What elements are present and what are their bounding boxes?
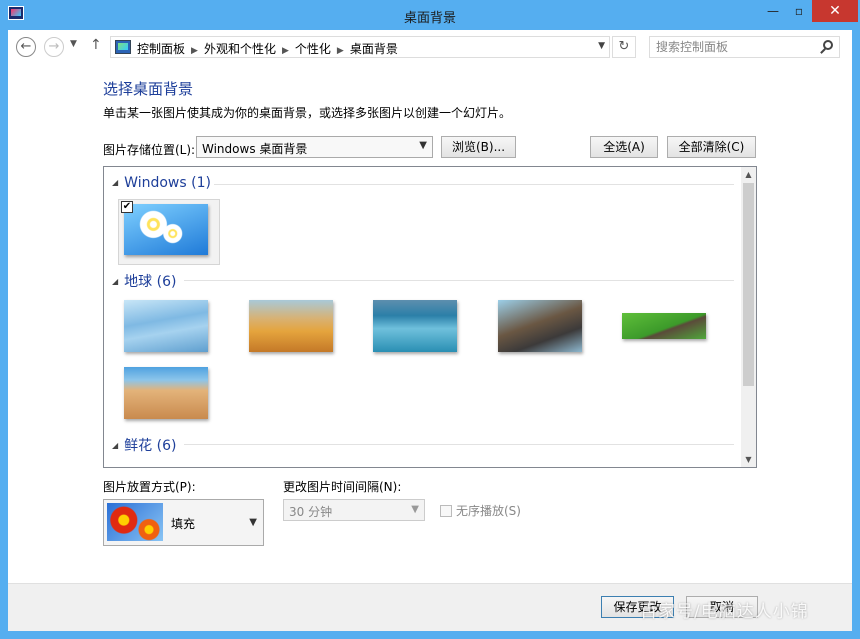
shuffle-checkbox[interactable]: 无序播放(S) [440, 502, 521, 519]
back-button[interactable]: ← [16, 37, 36, 57]
scroll-up-arrow-icon[interactable]: ▲ [741, 167, 756, 182]
select-all-button[interactable]: 全选(A) [590, 136, 658, 158]
chevron-right-icon[interactable]: ▶ [282, 46, 289, 56]
picture-location-label: 图片存储位置(L): [103, 143, 196, 157]
flower-preview-thumbnail [107, 503, 163, 541]
picture-position-value: 填充 [171, 517, 196, 531]
window: 桌面背景 — ▫ ✕ ← → ▼ ↑ 控制面板 ▶ 外观和个性化 ▶ 个性化 ▶ 桌面背景 … [0, 0, 860, 639]
wallpaper-thumbnail-windows[interactable] [124, 204, 208, 255]
picture-position-label: 图片放置方式(P): [103, 480, 196, 494]
interval-value: 30 分钟 [289, 505, 333, 519]
page-title: 选择桌面背景 [103, 80, 194, 98]
group-divider [184, 444, 734, 445]
group-header-windows[interactable]: ◢ Windows (1) [112, 175, 211, 191]
collapse-triangle-icon[interactable]: ◢ [112, 178, 118, 187]
chevron-right-icon[interactable]: ▶ [191, 46, 198, 56]
breadcrumb-personalization[interactable]: 个性化 [295, 42, 331, 56]
interval-label: 更改图片时间间隔(N): [283, 480, 402, 494]
close-button[interactable]: ✕ [812, 0, 858, 22]
scroll-thumb[interactable] [743, 183, 754, 386]
breadcrumb-control-panel[interactable]: 控制面板 [137, 42, 185, 56]
group-title: 地球 (6) [124, 274, 177, 290]
search-icon[interactable] [823, 40, 833, 50]
chevron-down-icon: ▼ [411, 504, 419, 515]
forward-button[interactable]: → [44, 37, 64, 57]
wallpaper-thumbnail-earth-6[interactable] [124, 367, 208, 419]
wallpaper-thumbnail-earth-4[interactable] [498, 300, 582, 352]
group-header-flowers[interactable]: ◢ 鲜花 (6) [112, 435, 176, 455]
minimize-button[interactable]: — [760, 0, 786, 22]
window-title: 桌面背景 [403, 11, 456, 26]
wallpaper-gallery: ◢ Windows (1) ✔ ◢ 地球 (6) ◢ 鲜花 (6) ▲ ▼ [103, 166, 757, 468]
picture-position-select[interactable]: 填充 ▼ [103, 499, 264, 546]
client-area: ← → ▼ ↑ 控制面板▶外观和个性化▶个性化▶桌面背景 ▼ ↻ 选择桌面背景 … [8, 30, 852, 631]
group-title: 鲜花 (6) [124, 438, 177, 454]
group-divider [214, 184, 734, 185]
browse-button[interactable]: 浏览(B)... [441, 136, 516, 158]
page-description: 单击某一张图片使其成为你的桌面背景，或选择多张图片以创建一个幻灯片。 [103, 106, 512, 120]
up-arrow-icon[interactable]: ↑ [90, 37, 102, 53]
group-header-earth[interactable]: ◢ 地球 (6) [112, 271, 176, 291]
collapse-triangle-icon[interactable]: ◢ [112, 441, 118, 450]
collapse-triangle-icon[interactable]: ◢ [112, 277, 118, 286]
group-title: Windows (1) [124, 175, 211, 191]
wallpaper-thumbnail-earth-2[interactable] [249, 300, 333, 352]
search-input[interactable] [650, 37, 810, 57]
chevron-right-icon[interactable]: ▶ [337, 46, 344, 56]
refresh-button[interactable]: ↻ [612, 36, 636, 58]
address-toolbar: ← → ▼ ↑ 控制面板 ▶ 外观和个性化 ▶ 个性化 ▶ 桌面背景 ▼ ↻ [8, 30, 852, 64]
thumbnail-checkbox[interactable]: ✔ [121, 201, 133, 213]
breadcrumb-desktop-background[interactable]: 桌面背景 [350, 42, 398, 56]
breadcrumb-appearance[interactable]: 外观和个性化 [204, 42, 276, 56]
address-dropdown-chevron-icon[interactable]: ▼ [598, 41, 605, 51]
wallpaper-thumbnail-earth-1[interactable] [124, 300, 208, 352]
maximize-button[interactable]: ▫ [786, 0, 812, 22]
search-box[interactable] [649, 36, 840, 58]
breadcrumb: 控制面板 ▶ 外观和个性化 ▶ 个性化 ▶ 桌面背景 [137, 40, 398, 57]
control-panel-icon [115, 40, 131, 54]
checkbox-box[interactable] [440, 505, 452, 517]
wallpaper-thumbnail-earth-5[interactable] [622, 313, 706, 339]
chevron-down-icon: ▼ [419, 140, 427, 151]
title-bar: 桌面背景 — ▫ ✕ [0, 0, 860, 30]
gallery-scrollbar[interactable]: ▲ ▼ [741, 167, 756, 467]
wallpaper-thumbnail-earth-3[interactable] [373, 300, 457, 352]
picture-location-select[interactable]: Windows 桌面背景 ▼ [196, 136, 433, 158]
watermark-text: 百家号/电脑达人小锦 [640, 602, 809, 622]
address-field[interactable]: 控制面板 ▶ 外观和个性化 ▶ 个性化 ▶ 桌面背景 ▼ [110, 36, 610, 58]
picture-location-value: Windows 桌面背景 [202, 142, 308, 156]
chevron-down-icon: ▼ [249, 517, 257, 528]
scroll-down-arrow-icon[interactable]: ▼ [741, 452, 756, 467]
shuffle-label: 无序播放(S) [456, 504, 521, 518]
recent-locations-chevron-icon[interactable]: ▼ [70, 39, 77, 49]
clear-all-button[interactable]: 全部清除(C) [667, 136, 756, 158]
interval-select[interactable]: 30 分钟 ▼ [283, 499, 425, 521]
group-divider [184, 280, 734, 281]
